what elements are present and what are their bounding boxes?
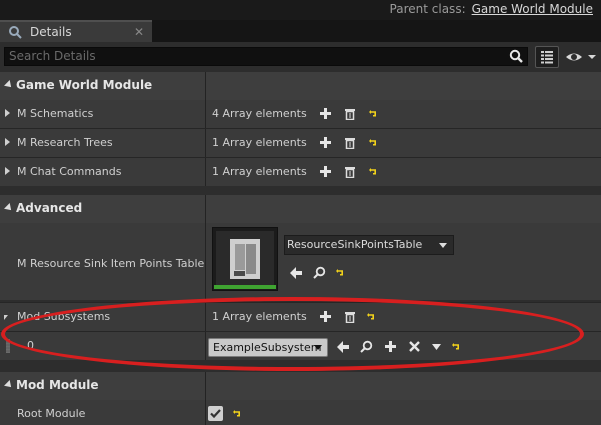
property-label: Root Module — [17, 407, 86, 420]
array-element-row: 0 ExampleSubsystem — [0, 332, 601, 360]
array-index: 0 — [27, 339, 34, 352]
column-divider[interactable] — [205, 100, 206, 128]
expand-arrow-icon[interactable] — [5, 167, 10, 175]
category-label: Mod Module — [16, 378, 99, 392]
details-icon — [9, 26, 22, 39]
property-row-research-trees: M Research Trees 1 Array elements — [0, 129, 601, 157]
reset-to-default-icon[interactable] — [366, 312, 376, 322]
browse-search-icon[interactable] — [360, 340, 374, 354]
property-row-mod-subsystems: Mod Subsystems 1 Array elements — [0, 303, 601, 331]
clear-icon[interactable] — [409, 341, 420, 352]
chevron-down-icon — [314, 345, 322, 350]
insert-icon[interactable] — [385, 341, 396, 352]
asset-picker-value: ResourceSinkPointsTable — [287, 238, 423, 251]
collapse-arrow-icon[interactable] — [4, 380, 14, 390]
category-mod-module[interactable]: Mod Module — [0, 372, 601, 400]
reset-to-default-icon[interactable] — [368, 138, 378, 148]
property-value: 1 Array elements — [212, 165, 307, 178]
trash-icon[interactable] — [345, 311, 355, 323]
category-advanced[interactable]: Advanced — [0, 195, 601, 223]
thumbnail-image — [216, 231, 274, 285]
add-element-icon[interactable] — [320, 166, 331, 177]
top-bar: Parent class: Game World Module — [0, 0, 601, 20]
expanded-arrow-icon[interactable] — [4, 315, 8, 320]
search-icon[interactable] — [509, 49, 523, 63]
view-options-button[interactable] — [535, 46, 559, 68]
drag-handle-icon[interactable] — [6, 339, 10, 353]
column-divider[interactable] — [205, 303, 206, 331]
property-label: M Chat Commands — [17, 165, 122, 178]
use-selected-arrow-icon[interactable] — [337, 341, 349, 353]
property-row-resource-sink: M Resource Sink Item Points Table Resour… — [0, 223, 601, 300]
tab-strip: Details ✕ — [0, 20, 601, 42]
property-label: Mod Subsystems — [17, 310, 111, 323]
column-divider[interactable] — [205, 129, 206, 157]
browse-search-icon[interactable] — [313, 266, 327, 280]
category-label: Game World Module — [16, 78, 153, 92]
reset-to-default-icon[interactable] — [451, 342, 461, 352]
asset-thumbnail[interactable] — [212, 227, 278, 291]
expand-arrow-icon[interactable] — [5, 138, 10, 146]
column-divider[interactable] — [205, 72, 206, 100]
property-row-root-module: Root Module — [0, 400, 601, 425]
column-divider[interactable] — [205, 372, 206, 400]
expand-arrow-icon[interactable] — [5, 109, 10, 117]
column-divider[interactable] — [205, 158, 206, 186]
parent-class-link[interactable]: Game World Module — [472, 2, 593, 16]
grid-icon — [541, 51, 553, 64]
chevron-down-icon — [439, 243, 447, 248]
trash-icon[interactable] — [345, 166, 355, 178]
parent-class: Parent class: Game World Module — [390, 2, 593, 16]
parent-class-label: Parent class: — [389, 2, 466, 16]
use-selected-arrow-icon[interactable] — [290, 267, 302, 279]
check-icon — [210, 409, 221, 419]
details-panel: Search Details Game World Module M Schem… — [0, 42, 601, 425]
collapse-arrow-icon[interactable] — [4, 80, 14, 90]
property-value: 1 Array elements — [212, 136, 307, 149]
tab-details[interactable]: Details ✕ — [0, 20, 152, 42]
reset-to-default-icon[interactable] — [368, 167, 378, 177]
property-label: M Research Trees — [17, 136, 113, 149]
property-label: M Resource Sink Item Points Table — [17, 257, 205, 270]
root-module-checkbox[interactable] — [208, 406, 223, 421]
reset-to-default-icon[interactable] — [232, 409, 242, 419]
add-element-icon[interactable] — [320, 311, 331, 322]
reset-to-default-icon[interactable] — [335, 268, 345, 278]
property-label: M Schematics — [17, 107, 94, 120]
add-element-icon[interactable] — [320, 108, 331, 119]
asset-type-bar — [214, 285, 276, 289]
search-row: Search Details — [0, 42, 601, 72]
column-divider[interactable] — [205, 332, 206, 360]
column-divider[interactable] — [205, 400, 206, 425]
property-value: 1 Array elements — [212, 310, 307, 323]
property-row-chat-commands: M Chat Commands 1 Array elements — [0, 158, 601, 186]
property-row-schematics: M Schematics 4 Array elements — [0, 100, 601, 128]
class-picker-value: ExampleSubsystem — [213, 341, 322, 354]
asset-picker-combo[interactable]: ResourceSinkPointsTable — [284, 235, 454, 255]
search-input[interactable]: Search Details — [4, 47, 528, 66]
close-icon[interactable]: ✕ — [134, 25, 144, 39]
column-divider[interactable] — [205, 223, 206, 300]
element-options-chevron-icon[interactable] — [432, 344, 441, 350]
data-table-icon — [230, 239, 260, 279]
column-divider[interactable] — [205, 195, 206, 223]
trash-icon[interactable] — [345, 108, 355, 120]
collapse-arrow-icon[interactable] — [4, 203, 14, 213]
eye-icon[interactable] — [564, 49, 596, 65]
property-value: 4 Array elements — [212, 107, 307, 120]
reset-to-default-icon[interactable] — [368, 109, 378, 119]
class-picker-dropdown[interactable]: ExampleSubsystem — [208, 338, 328, 357]
trash-icon[interactable] — [345, 137, 355, 149]
tab-label: Details — [30, 25, 72, 39]
category-label: Advanced — [16, 201, 83, 215]
add-element-icon[interactable] — [320, 137, 331, 148]
category-game-world-module[interactable]: Game World Module — [0, 72, 601, 100]
